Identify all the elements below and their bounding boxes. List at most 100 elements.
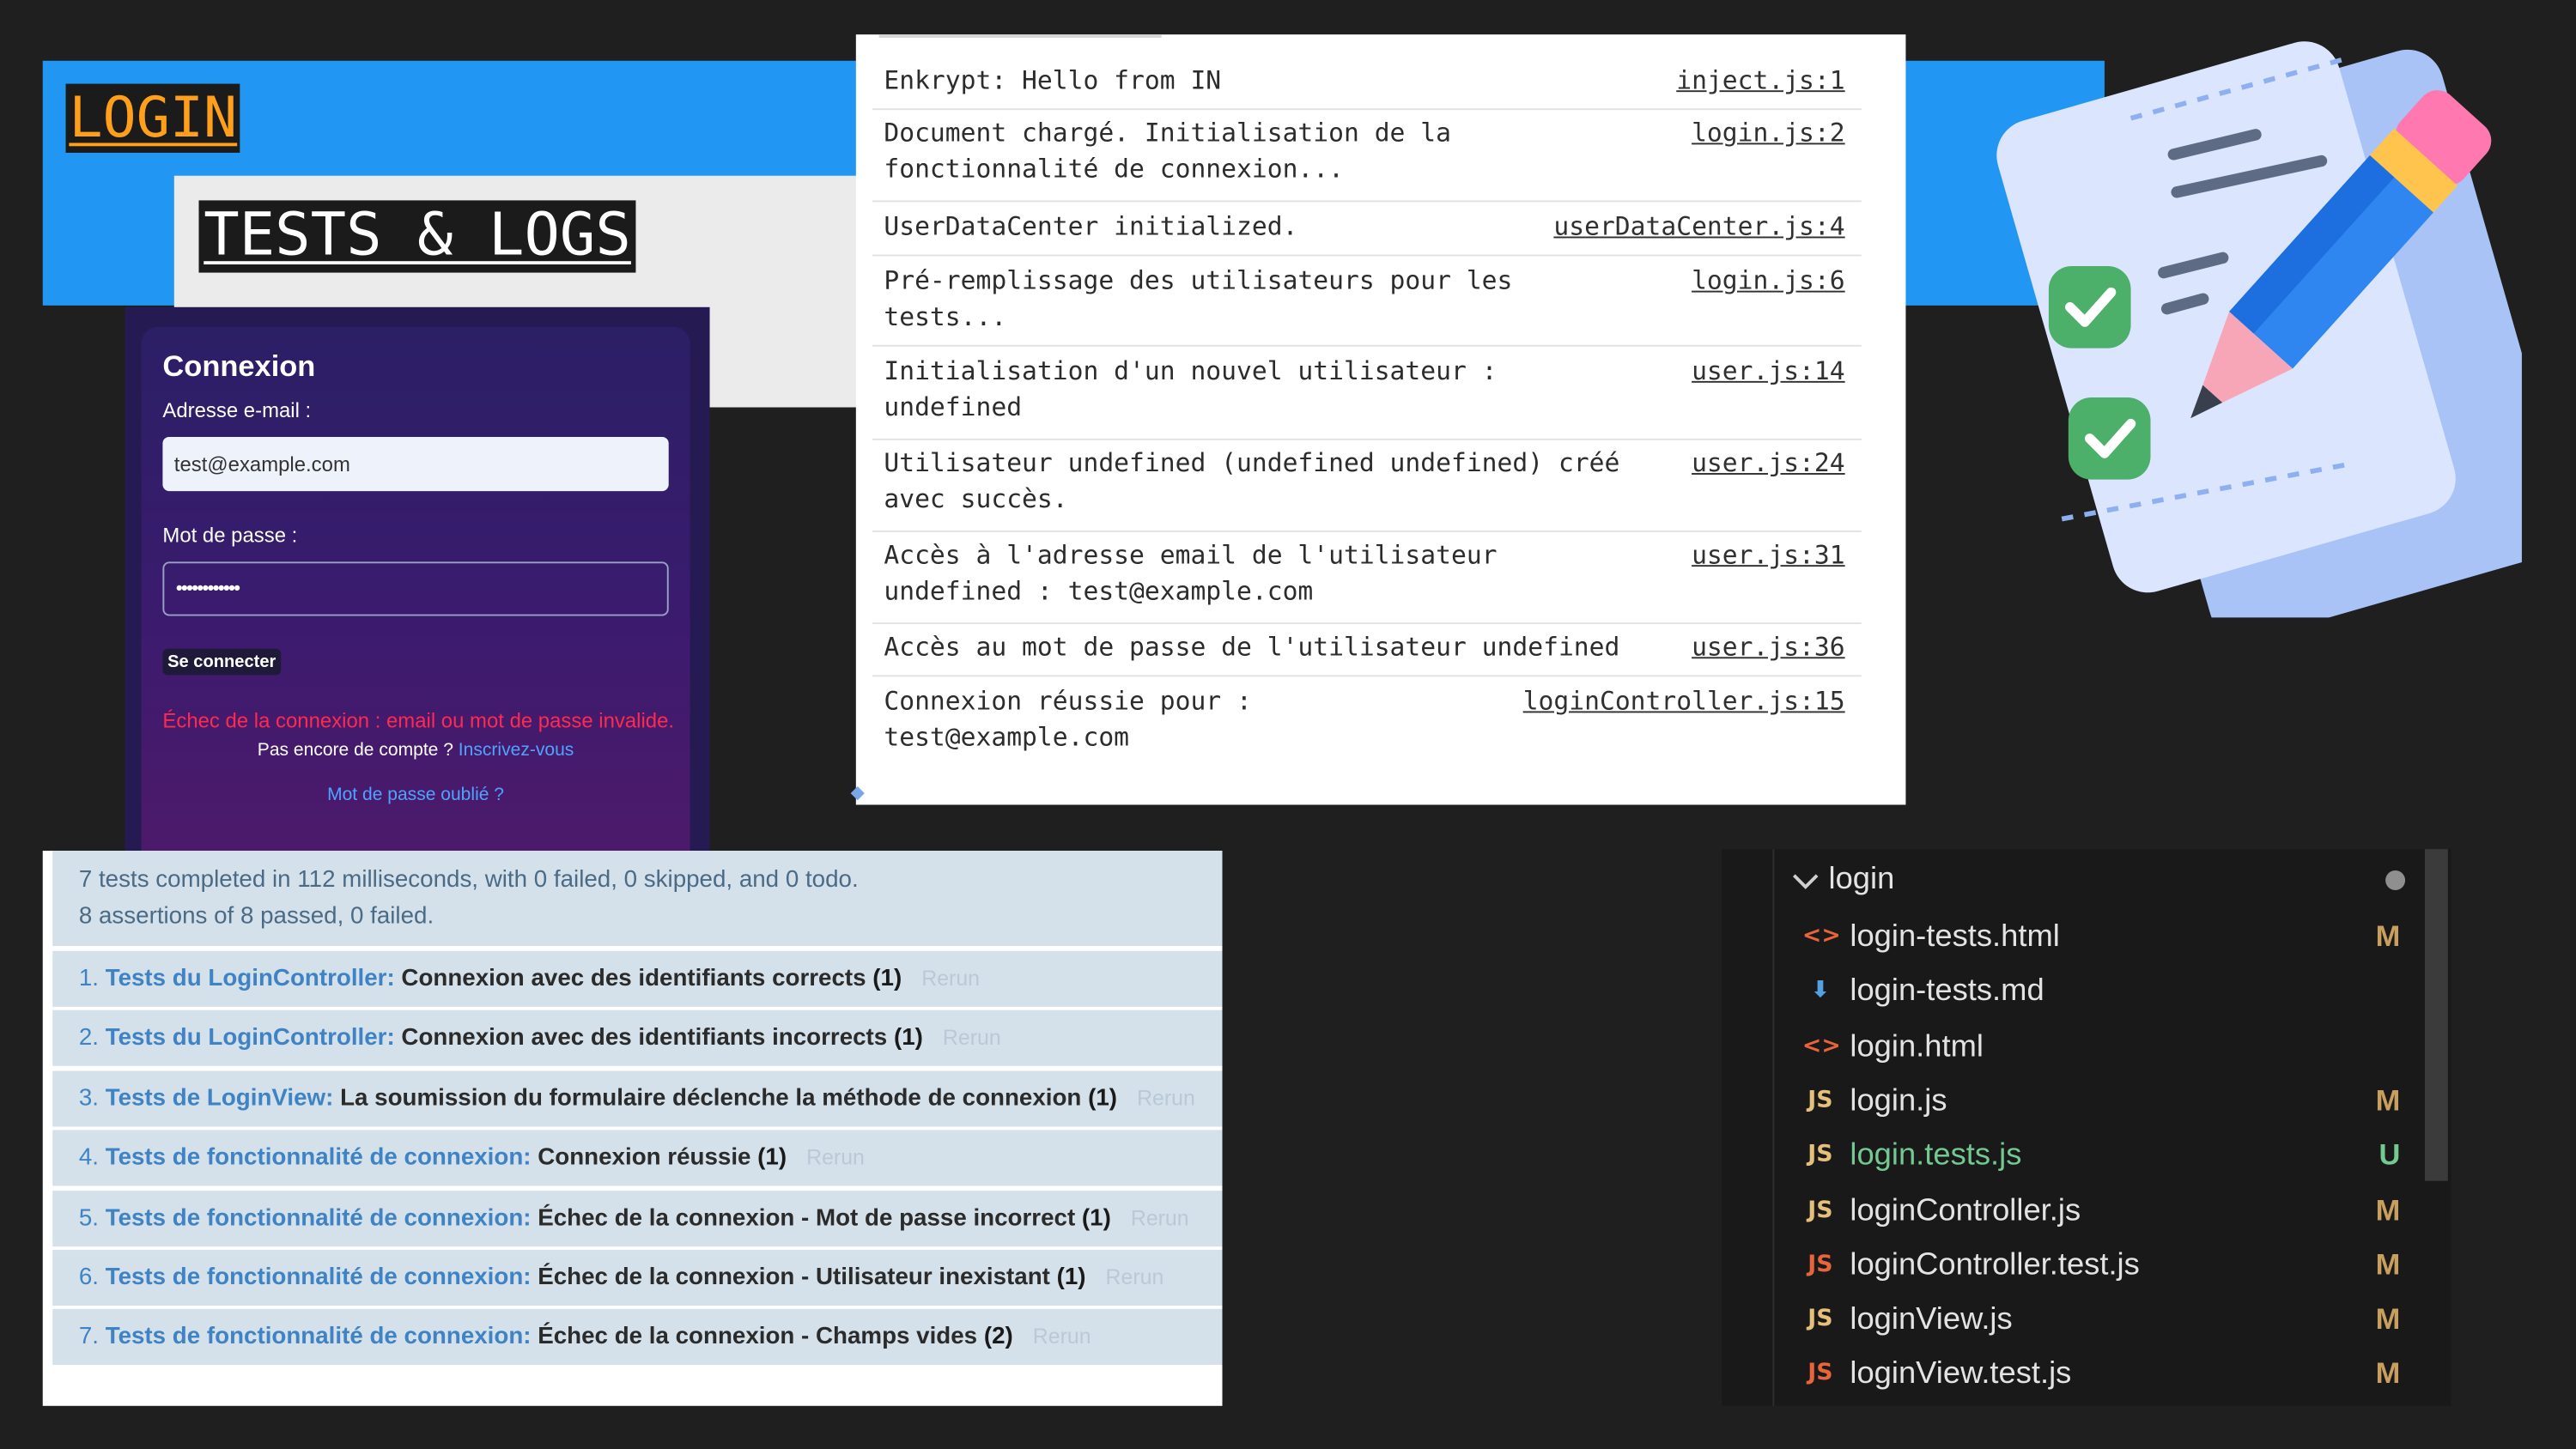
console-log-row: Initialisation d'un nouvel utilisateur :… bbox=[872, 353, 1862, 440]
password-label: Mot de passe : bbox=[162, 524, 298, 548]
test-number: 6. bbox=[78, 1264, 99, 1291]
file-item[interactable]: JS loginController.js M bbox=[1802, 1184, 2427, 1238]
console-log-row: Accès à l'adresse email de l'utilisateur… bbox=[872, 537, 1862, 625]
file-name: login.tests.js bbox=[1850, 1138, 2022, 1173]
console-source-link[interactable]: login.js:6 bbox=[1692, 263, 1845, 299]
file-item[interactable]: <> login-tests.html M bbox=[1802, 910, 2427, 964]
test-result-row[interactable]: 7. Tests de fonctionnalité de connexion:… bbox=[52, 1309, 1223, 1366]
test-result-row[interactable]: 4. Tests de fonctionnalité de connexion:… bbox=[52, 1130, 1223, 1186]
signup-link[interactable]: Inscrivez-vous bbox=[459, 741, 574, 761]
test-number: 7. bbox=[78, 1324, 99, 1351]
test-summary bbox=[52, 851, 1223, 947]
console-log-message: Accès au mot de passe de l'utilisateur u… bbox=[884, 632, 1620, 663]
test-name: Échec de la connexion - Mot de passe inc… bbox=[538, 1204, 1076, 1232]
console-log-message: Connexion réussie pour : test@example.co… bbox=[884, 686, 1252, 753]
rerun-link[interactable]: Rerun bbox=[1137, 1085, 1195, 1110]
file-item[interactable]: JS login.js M bbox=[1802, 1074, 2427, 1128]
console-source-link[interactable]: inject.js:1 bbox=[1676, 63, 1844, 99]
test-result-row[interactable]: 2. Tests du LoginController: Connexion a… bbox=[52, 1010, 1223, 1067]
console-log-message: Initialisation d'un nouvel utilisateur :… bbox=[884, 356, 1498, 422]
folder-login[interactable]: login bbox=[1829, 862, 1895, 898]
file-name: login-tests.md bbox=[1850, 974, 2044, 1009]
file-item[interactable]: JS loginView.test.js M bbox=[1802, 1348, 2427, 1402]
html-icon: <> bbox=[1801, 1032, 1841, 1059]
test-result-row[interactable]: 6. Tests de fonctionnalité de connexion:… bbox=[52, 1250, 1223, 1307]
file-item[interactable]: <> login.html bbox=[1802, 1019, 2427, 1073]
test-assert-count: (1) bbox=[757, 1144, 787, 1172]
login-heading: Connexion bbox=[162, 349, 316, 383]
git-status-badge: M bbox=[2375, 919, 2401, 953]
chevron-down-icon[interactable] bbox=[1789, 864, 1822, 896]
console-source-link[interactable]: loginController.js:15 bbox=[1523, 683, 1845, 719]
test-assert-count: (1) bbox=[1056, 1264, 1086, 1291]
test-module: Tests de fonctionnalité de connexion: bbox=[105, 1264, 532, 1291]
console-log-message: UserDataCenter initialized. bbox=[884, 211, 1298, 242]
test-module: Tests de fonctionnalité de connexion: bbox=[105, 1204, 532, 1232]
console-log-message: Document chargé. Initialisation de la fo… bbox=[884, 118, 1451, 185]
rerun-link[interactable]: Rerun bbox=[1131, 1205, 1189, 1230]
git-status-badge: M bbox=[2375, 1083, 2401, 1117]
js-icon: JS bbox=[1807, 1142, 1833, 1168]
console-source-link[interactable]: user.js:14 bbox=[1692, 353, 1845, 389]
rerun-link[interactable]: Rerun bbox=[806, 1145, 865, 1170]
login-button[interactable]: Se connecter bbox=[162, 648, 282, 676]
console-log-message: Accès à l'adresse email de l'utilisateur… bbox=[884, 540, 1498, 607]
git-status-badge: M bbox=[2375, 1357, 2401, 1391]
test-result-row[interactable]: 3. Tests de LoginView: La soumission du … bbox=[52, 1070, 1223, 1127]
html-icon: <> bbox=[1801, 923, 1841, 949]
console-source-link[interactable]: user.js:36 bbox=[1692, 629, 1845, 665]
console-source-link[interactable]: userDataCenter.js:4 bbox=[1553, 209, 1844, 245]
file-name: loginView.js bbox=[1850, 1302, 2013, 1337]
test-module: Tests de fonctionnalité de connexion: bbox=[105, 1144, 532, 1172]
explorer-scrollbar[interactable] bbox=[2425, 849, 2448, 1181]
js-icon: JS bbox=[1807, 1196, 1833, 1223]
console-source-link[interactable]: login.js:2 bbox=[1692, 115, 1845, 151]
test-result-row[interactable]: 5. Tests de fonctionnalité de connexion:… bbox=[52, 1190, 1223, 1246]
checklist-illustration bbox=[1996, 41, 2522, 618]
test-number: 5. bbox=[78, 1204, 99, 1232]
console-source-link[interactable]: user.js:31 bbox=[1692, 537, 1845, 573]
test-assert-count: (1) bbox=[1081, 1204, 1111, 1232]
test-assert-count: (2) bbox=[983, 1324, 1013, 1351]
test-name: Connexion avec des identifiants incorrec… bbox=[401, 1025, 888, 1052]
console-log-row: Enkrypt: Hello from IN inject.js:1 bbox=[872, 63, 1862, 111]
git-status-badge: U bbox=[2379, 1138, 2401, 1172]
forgot-password-link[interactable]: Mot de passe oublié ? bbox=[162, 785, 668, 805]
error-message: Échec de la connexion : email ou mot de … bbox=[162, 709, 675, 733]
checkbox-checked-icon bbox=[2048, 265, 2131, 349]
page-title: LOGIN bbox=[65, 83, 241, 153]
test-number: 3. bbox=[78, 1085, 99, 1112]
file-name: loginController.js bbox=[1850, 1193, 2081, 1228]
console-log-row: UserDataCenter initialized. userDataCente… bbox=[872, 209, 1862, 257]
rerun-link[interactable]: Rerun bbox=[1106, 1264, 1164, 1289]
modified-dot-icon bbox=[2385, 870, 2406, 891]
file-name: login.html bbox=[1850, 1028, 1984, 1064]
console-log-row: Utilisateur undefined (undefined undefin… bbox=[872, 446, 1862, 532]
test-result-row[interactable]: 1. Tests du LoginController: Connexion a… bbox=[52, 950, 1223, 1007]
console-tab-indicator bbox=[878, 34, 1162, 39]
collage-canvas: LOGIN TESTS & LOGS Connexion Adresse e-m… bbox=[0, 0, 2576, 1449]
file-item[interactable]: JS login.tests.js U bbox=[1802, 1129, 2427, 1183]
test-name: Connexion avec des identifiants corrects bbox=[401, 966, 866, 992]
indent-guide bbox=[1772, 849, 1775, 1406]
test-name: Échec de la connexion - Utilisateur inex… bbox=[538, 1264, 1050, 1291]
checkbox-checked-icon bbox=[2068, 397, 2151, 480]
test-name: Échec de la connexion - Champs vides bbox=[538, 1324, 978, 1351]
rerun-link[interactable]: Rerun bbox=[943, 1026, 1001, 1051]
file-item[interactable]: JS loginView.js M bbox=[1802, 1293, 2427, 1347]
page-subtitle: TESTS & LOGS bbox=[198, 200, 636, 273]
password-field[interactable]: •••••••••••• bbox=[162, 561, 669, 616]
file-item[interactable]: JS loginController.test.js M bbox=[1802, 1238, 2427, 1292]
email-field[interactable] bbox=[162, 436, 669, 492]
test-module: Tests de LoginView: bbox=[105, 1085, 334, 1112]
js-icon: JS bbox=[1807, 1306, 1833, 1332]
console-source-link[interactable]: user.js:24 bbox=[1692, 446, 1845, 482]
console-log-row: Connexion réussie pour : test@example.co… bbox=[872, 683, 1862, 768]
file-item[interactable]: ⬇ login-tests.md bbox=[1802, 965, 2427, 1019]
test-name: La soumission du formulaire déclenche la… bbox=[340, 1085, 1082, 1112]
email-label: Adresse e-mail : bbox=[162, 398, 312, 422]
rerun-link[interactable]: Rerun bbox=[921, 966, 980, 991]
assertion-summary-line: 8 assertions of 8 passed, 0 failed. bbox=[78, 903, 434, 930]
rerun-link[interactable]: Rerun bbox=[1033, 1325, 1091, 1349]
console-log-message: Utilisateur undefined (undefined undefin… bbox=[884, 448, 1620, 514]
